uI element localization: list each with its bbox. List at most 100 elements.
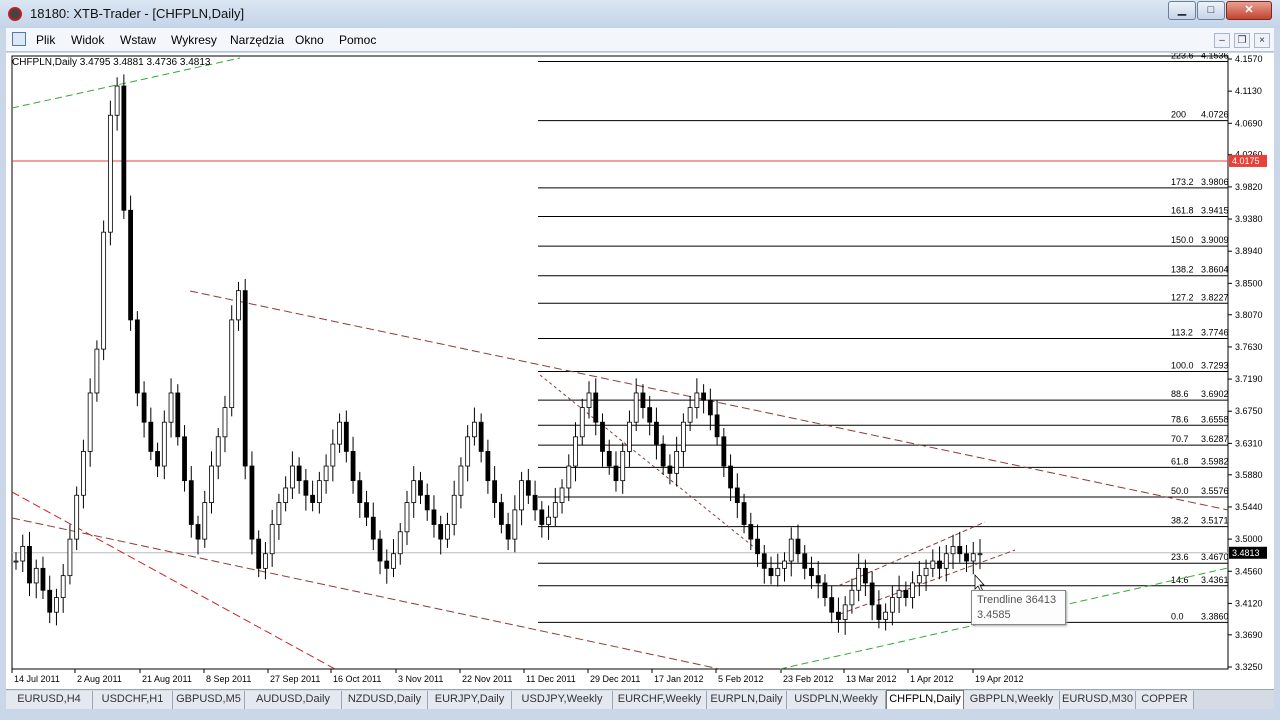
candle-body [836,611,841,620]
menu-plik[interactable]: Plik [36,33,55,47]
candle-body [559,487,565,503]
tooltip-value: 3.4585 [977,609,1011,621]
candle-body [829,597,835,613]
candle-body [209,465,214,503]
candle-body [40,567,46,591]
fib-level-label: 70.7 [1171,434,1189,444]
mdi-close-button[interactable]: × [1254,33,1270,48]
candle-body [539,509,545,525]
current-price-label: 3.4813 [1232,548,1260,558]
price-tick-label: 3.3690 [1235,630,1263,640]
menu-pomoc[interactable]: Pomoc [339,33,376,47]
candle-body [242,290,248,467]
price-chart[interactable]: 4.15704.11304.06904.02603.98203.93803.89… [6,53,1274,689]
candle-body [263,553,268,569]
candle-body [236,290,241,321]
candle-body [654,421,659,445]
status-bar [0,709,1280,720]
title-bar[interactable]: 18180: XTB-Trader - [CHFPLN,Daily] ▁ □ ✕ [0,0,1280,28]
fib-level-price: 3.6902 [1201,389,1229,399]
candle-body [27,546,32,584]
candle-body [438,524,444,540]
chart-tab[interactable]: EURPLN,Daily [707,691,787,709]
chart-info-line: CHFPLN,Daily 3.4795 3.4881 3.4736 3.4813 [12,57,211,68]
price-tick-label: 3.9820 [1235,182,1263,192]
candle-body [60,575,66,598]
fib-level-price: 3.5171 [1201,516,1229,526]
date-tick-label: 2 Aug 2011 [77,674,122,684]
candle-body [903,589,909,598]
candle-body [957,546,963,555]
chart-tab[interactable]: GBPUSD,M5 [173,691,245,709]
date-tick-label: 1 Apr 2012 [910,674,954,684]
candle-body [680,421,686,452]
fib-level-label: 61.8 [1171,456,1189,466]
candle-body [586,392,592,408]
mdi-restore-button[interactable]: ❐ [1234,33,1250,48]
candle-body [384,560,390,569]
chart-tab[interactable]: EURUSD,H4 [6,691,93,709]
candle-body [734,487,740,503]
candle-body [802,553,808,569]
menu-widok[interactable]: Widok [71,33,104,47]
candle-body [323,465,329,482]
chart-area[interactable]: 4.1570 4.1130 4.0690 4.0260 3.9820 3.9380 3.89… [6,53,1274,689]
fib-level-label: 150.0 [1171,235,1194,245]
price-tick-label: 4.1130 [1235,86,1262,96]
candle-body [552,502,558,518]
chart-tab[interactable]: USDCHF,H1 [93,691,173,709]
chart-tab[interactable]: USDPLN,Weekly [787,691,886,709]
date-tick-label: 3 Nov 2011 [398,674,443,684]
candle-body [161,421,167,467]
mdi-minimize-button[interactable]: – [1214,33,1230,48]
menu-narzedzia[interactable]: Narzędzia [230,33,284,47]
chart-tab[interactable]: USDJPY,Weekly [512,691,613,709]
chart-tab[interactable]: CHFPLN,Daily [886,690,964,710]
menu-okno[interactable]: Okno [295,33,324,47]
fib-level-label: 0.0 [1171,611,1184,621]
price-tick-label: 3.7190 [1235,374,1263,384]
candle-body [283,487,289,503]
candle-body [303,480,309,496]
candle-body [647,407,653,423]
fib-level-label: 113.2 [1171,327,1193,337]
fib-level-price: 3.8227 [1201,292,1229,302]
chart-window-icon[interactable] [12,32,26,46]
candle-body [869,582,875,606]
menu-wstaw[interactable]: Wstaw [120,33,156,47]
chart-tab[interactable]: GBPPLN,Weekly [964,691,1060,709]
chart-tab[interactable]: EURUSD,M30 [1060,691,1136,709]
candle-body [923,567,929,577]
fib-level-price: 4.1536 [1201,53,1229,60]
maximize-button[interactable]: □ [1197,1,1225,20]
candle-body [47,589,53,613]
candle-body [168,392,174,423]
candle-body [296,465,302,482]
minimize-button[interactable]: ▁ [1168,1,1196,20]
candle-body [276,502,282,525]
chart-tab[interactable]: NZDUSD,Daily [342,691,428,709]
date-tick-label: 11 Dec 2011 [526,674,576,684]
date-tick-label: 8 Sep 2011 [206,674,251,684]
candle-body [330,443,336,467]
price-tick-label: 3.9380 [1235,214,1263,224]
candle-body [202,502,208,540]
chart-tab[interactable]: EURJPY,Daily [428,691,512,709]
candle-body [188,480,194,525]
window-title: 18180: XTB-Trader - [CHFPLN,Daily] [30,6,245,21]
candle-body [215,436,221,467]
chart-tab[interactable]: COPPER [1136,691,1194,709]
app-icon [8,7,22,21]
chart-tab[interactable]: EURCHF,Weekly [613,691,707,709]
menu-wykresy[interactable]: Wykresy [171,33,217,47]
candle-body [148,421,154,452]
fib-level-price: 3.6558 [1201,414,1229,424]
fib-level-label: 78.6 [1171,414,1189,424]
candle-body [357,480,363,503]
candle-body [694,392,700,408]
chart-tab[interactable]: AUDUSD,Daily [245,691,342,709]
close-button[interactable]: ✕ [1226,1,1272,20]
date-tick-label: 22 Nov 2011 [462,674,512,684]
candle-body [155,451,160,467]
candle-body [175,392,181,438]
